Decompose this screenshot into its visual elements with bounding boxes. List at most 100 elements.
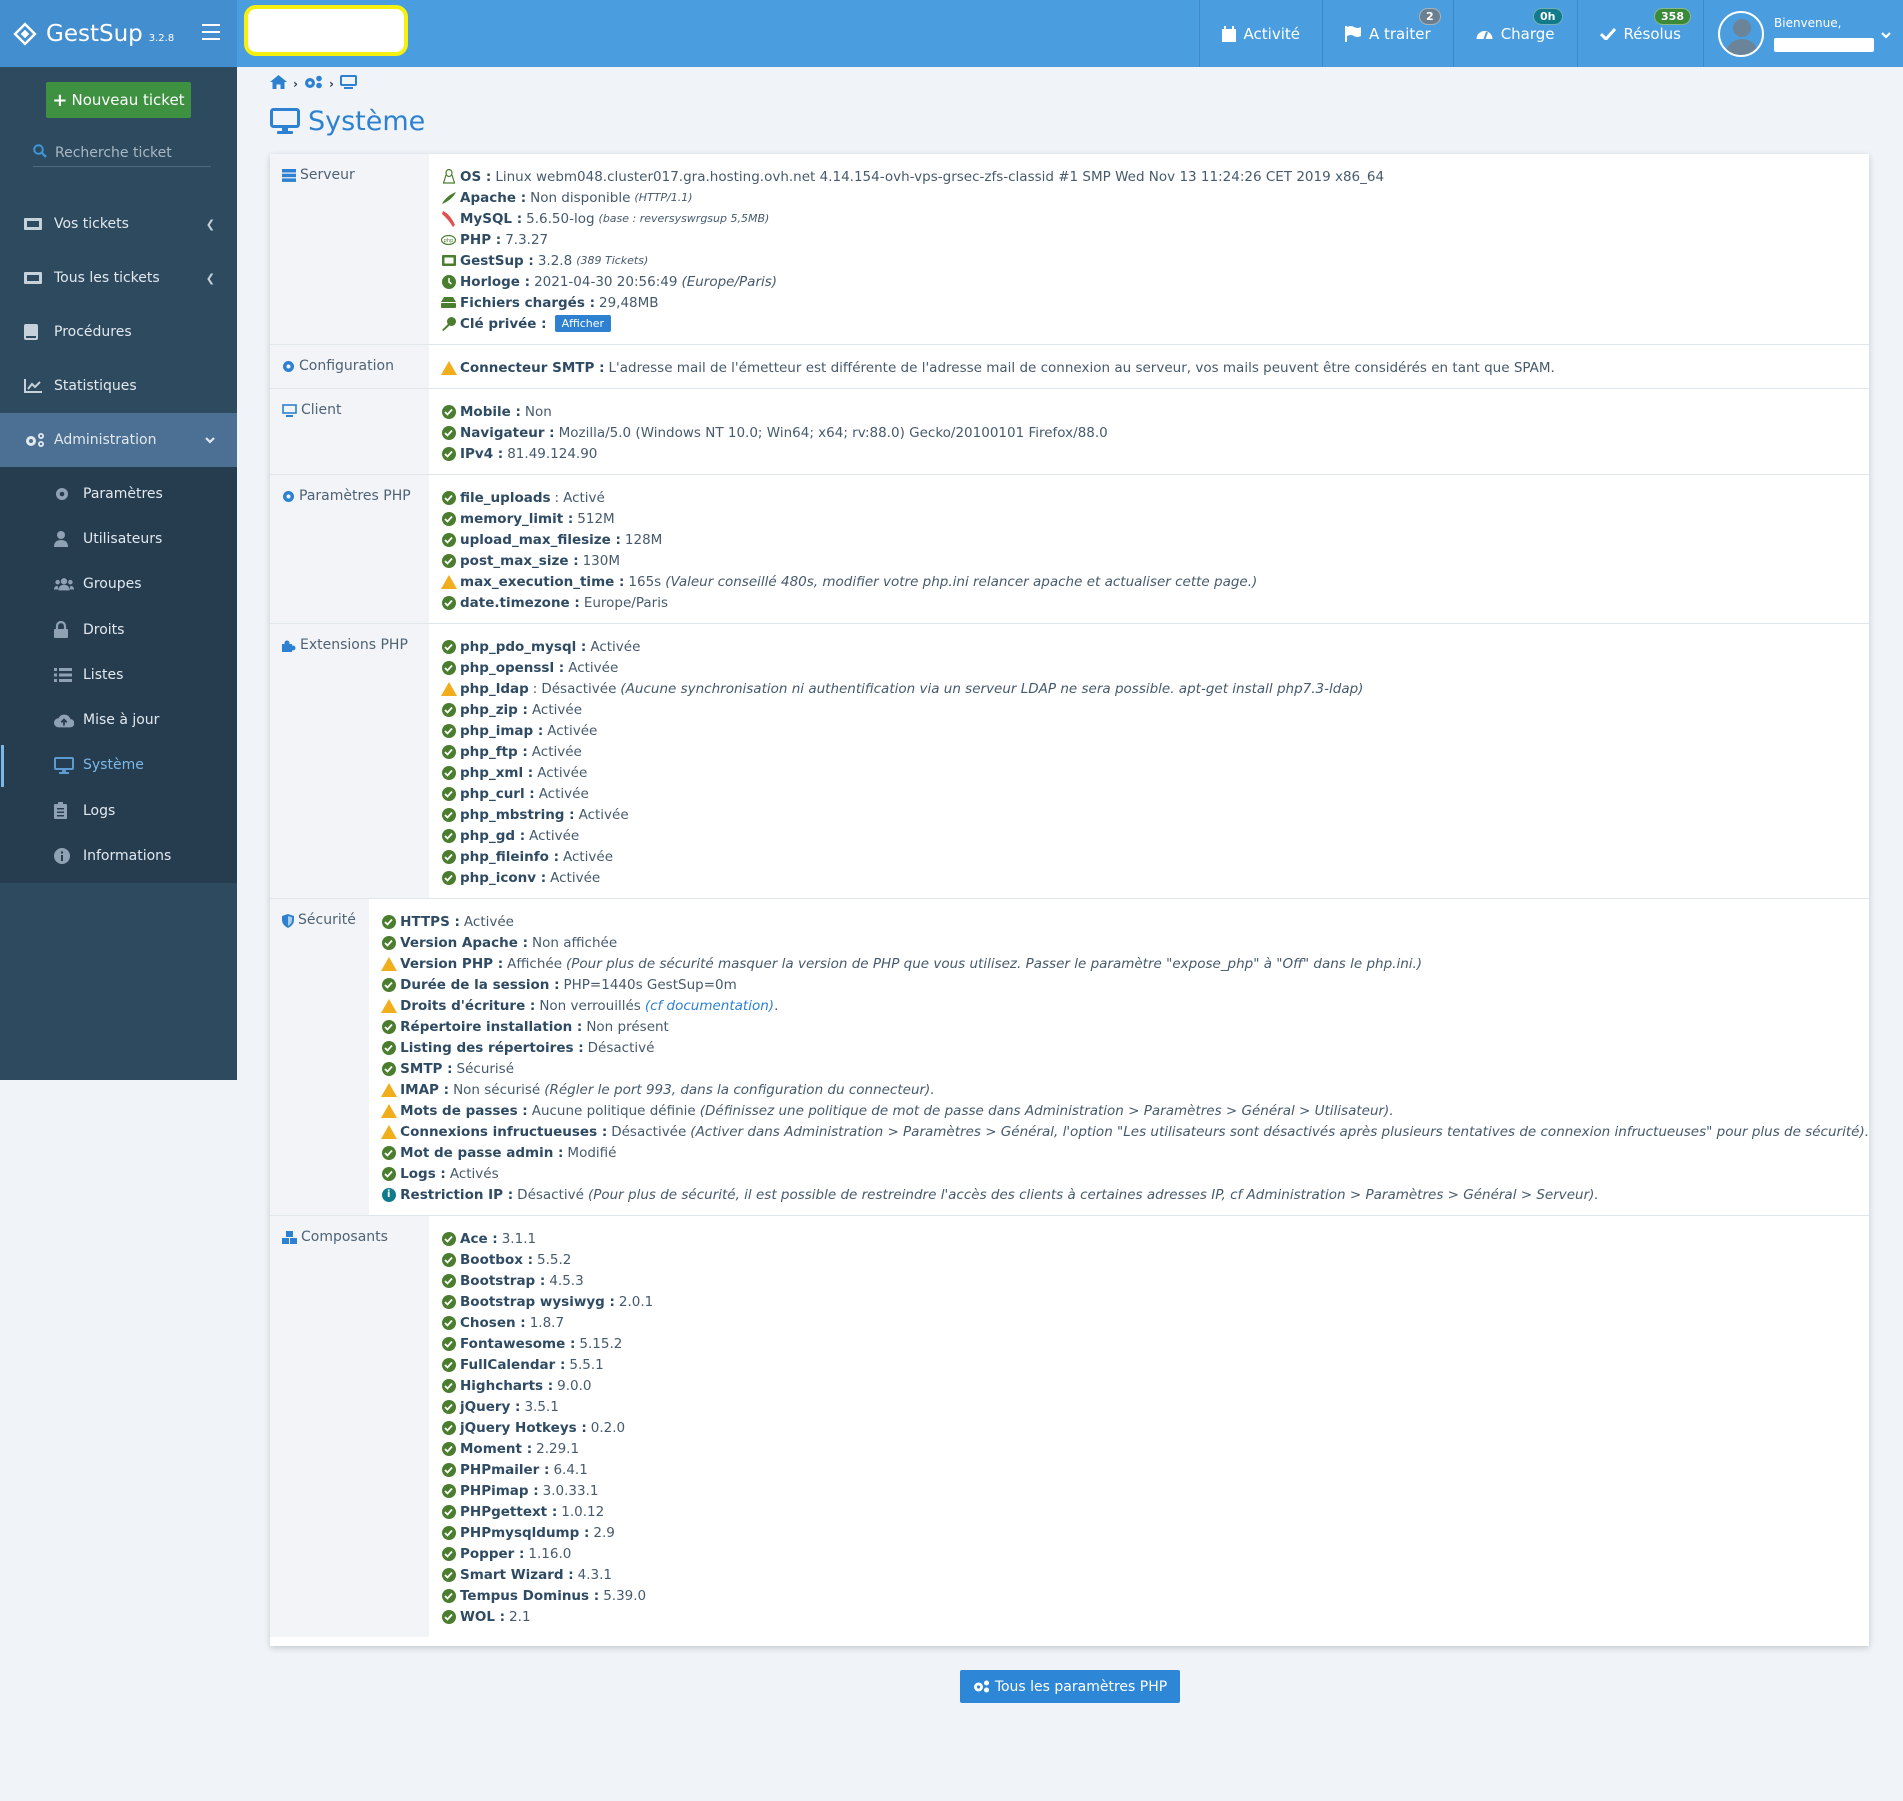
sidebar-item-administration[interactable]: Administration (0, 413, 237, 467)
check-circle-icon (441, 1294, 456, 1309)
ticket-search-input[interactable] (55, 144, 205, 161)
sidebar-item-update[interactable]: Mise à jour (0, 697, 237, 742)
section-label: Composants (270, 1216, 429, 1637)
check-circle-icon (441, 1525, 456, 1540)
check-circle-icon (441, 723, 456, 738)
desktop-icon (270, 108, 300, 135)
cogs-icon[interactable] (304, 75, 323, 93)
all-php-params-button[interactable]: Tous les paramètres PHP (960, 1670, 1180, 1703)
row-value: Activée (562, 848, 614, 865)
show-private-key-button[interactable]: Afficher (554, 315, 612, 332)
app-name: GestSup (46, 20, 143, 47)
row-value: Activée (578, 806, 629, 823)
status-row: i Restriction IP : Désactivé (Pour plus de … (381, 1184, 1869, 1205)
sidebar-item-statistics[interactable]: Statistiques (0, 359, 237, 413)
status-row: PHPmysqldump :2.9 (441, 1522, 1869, 1543)
nav-resolved[interactable]: Résolus 358 (1576, 0, 1703, 67)
nav-to-process[interactable]: A traiter 2 (1321, 0, 1453, 67)
row-value: Activés (449, 1165, 499, 1182)
new-ticket-label: Nouveau ticket (71, 91, 185, 109)
status-row: PHPimap :3.0.33.1 (441, 1480, 1869, 1501)
status-row: Connecteur SMTP : L'adresse mail de l'éme… (440, 357, 1869, 378)
status-row: Bootstrap :4.5.3 (441, 1270, 1869, 1291)
feather-icon (441, 190, 456, 205)
row-note: (Régler le port 993, dans la configurati… (544, 1081, 935, 1098)
home-icon[interactable] (270, 75, 287, 93)
system-info-card: Serveur OS : Linux webm048.cluster017.gra… (270, 154, 1869, 1646)
check-circle-icon (441, 639, 456, 654)
section-components: Composants Ace :3.1.1 Bootbox :5.5.2 Boots… (270, 1216, 1869, 1637)
app-version: 3.2.8 (148, 32, 175, 44)
row-key: upload_max_filesize : (460, 531, 621, 548)
row-value: Activée (463, 913, 514, 930)
row-value: 3.0.33.1 (542, 1482, 599, 1499)
sidebar-item-label: Logs (83, 802, 116, 819)
section-label: Configuration (270, 345, 429, 388)
section-label: Sécurité (270, 899, 370, 1215)
status-row: php_ldap: Désactivée (Aucune synchronisati… (440, 678, 1869, 699)
nav-load[interactable]: Charge 0h (1452, 0, 1577, 67)
desktop-icon[interactable] (339, 75, 357, 93)
menu-toggle-button[interactable] (202, 24, 220, 40)
sidebar-item-your-tickets[interactable]: Vos tickets ❮ (0, 197, 237, 251)
row-value: 512M (577, 510, 615, 527)
row-value: Non présent (586, 1018, 669, 1035)
sidebar-item-users[interactable]: Utilisateurs (0, 516, 237, 561)
status-row: Durée de la session : PHP=1440s GestSup=0… (381, 974, 1869, 995)
row-note: (Valeur conseillé 480s, modifier votre p… (665, 573, 1258, 590)
row-key: php_imap : (460, 722, 544, 739)
check-circle-icon (441, 1357, 456, 1372)
row-note: (Définissez une politique de mot de pass… (699, 1102, 1394, 1119)
sidebar-item-all-tickets[interactable]: Tous les tickets ❮ (0, 251, 237, 305)
row-value: 1.16.0 (528, 1545, 572, 1562)
resolved-badge: 358 (1654, 8, 1691, 25)
warning-icon (380, 1103, 397, 1118)
status-row: php_iconv : Activée (441, 867, 1869, 888)
check-circle-icon (441, 404, 456, 419)
row-value: Désactivée (541, 680, 617, 697)
check-circle-icon (441, 1609, 456, 1624)
user-menu[interactable]: Bienvenue, (1703, 0, 1903, 67)
sidebar-item-label: Groupes (83, 576, 142, 593)
status-row: Listing des répertoires : Désactivé (381, 1037, 1869, 1058)
check-circle-icon (381, 1019, 396, 1034)
row-key: Connexions infructueuses : (400, 1123, 608, 1140)
ticket-icon (441, 253, 456, 268)
status-row: Version PHP : Affichée (Pour plus de sécur… (380, 953, 1869, 974)
check-circle-icon (381, 914, 396, 929)
new-ticket-button[interactable]: + Nouveau ticket (46, 82, 191, 118)
breadcrumb-separator: › (293, 77, 298, 91)
row-key: max_execution_time : (460, 573, 625, 590)
status-row: php_imap : Activée (441, 720, 1869, 741)
sidebar-item-logs[interactable]: Logs (0, 788, 237, 833)
hdd-icon (441, 295, 456, 310)
row-value: Non affichée (532, 934, 618, 951)
row-key: Connecteur SMTP : (460, 359, 605, 376)
status-row: WOL :2.1 (441, 1606, 1869, 1627)
row-value: Activée (537, 764, 588, 781)
status-row: Mots de passes : Aucune politique définie… (380, 1100, 1869, 1121)
sidebar-item-rights[interactable]: Droits (0, 607, 237, 652)
row-value: 2.9 (593, 1524, 615, 1541)
row-key: SMTP : (400, 1060, 453, 1077)
section-client: Client Mobile : Non Navigateur : Mozilla/5.… (270, 389, 1869, 475)
row-key: file_uploads (460, 489, 551, 506)
row-value: Désactivée (611, 1123, 687, 1140)
sidebar-item-label: Vos tickets (54, 216, 129, 232)
check-circle-icon (381, 1166, 396, 1181)
row-key: HTTPS : (400, 913, 460, 930)
check-circle-icon (441, 532, 456, 547)
nav-activity[interactable]: Activité (1198, 0, 1322, 67)
sidebar-item-lists[interactable]: Listes (0, 652, 237, 697)
check-circle-icon (381, 1145, 396, 1160)
sidebar-item-procedures[interactable]: Procédures (0, 305, 237, 359)
calendar-icon (1221, 25, 1236, 42)
sidebar-item-informations[interactable]: Informations (0, 833, 237, 878)
sidebar-item-system[interactable]: Système (0, 743, 237, 788)
sidebar-item-parameters[interactable]: Paramètres (0, 471, 237, 516)
row-key: Version Apache : (400, 934, 529, 951)
info-circle-icon: i (381, 1187, 396, 1202)
row-key: Moment : (460, 1440, 533, 1457)
sidebar-item-groups[interactable]: Groupes (0, 562, 237, 607)
documentation-link[interactable]: (cf documentation) (645, 998, 774, 1014)
